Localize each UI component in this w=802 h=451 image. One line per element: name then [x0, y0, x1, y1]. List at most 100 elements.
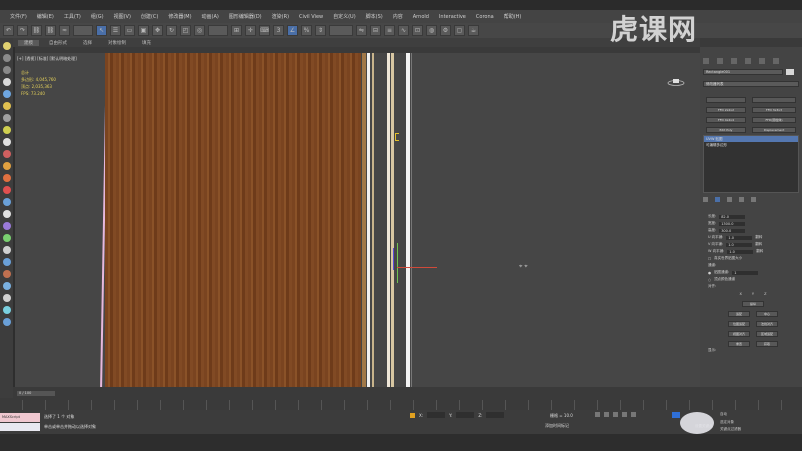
render-production-icon[interactable]: ☕: [468, 25, 479, 36]
display-xrefs-icon[interactable]: [2, 198, 11, 206]
tab-selection[interactable]: 选择: [77, 40, 98, 46]
uvw-gizmo-marker[interactable]: [395, 133, 399, 141]
viewcube-icon[interactable]: [667, 78, 685, 86]
material-editor-icon[interactable]: ◍: [426, 25, 437, 36]
edit-poly-button[interactable]: Edit Poly: [706, 127, 746, 133]
center-button[interactable]: 中心: [756, 311, 778, 317]
menu-customize[interactable]: 自定义(U): [333, 13, 356, 20]
angle-snap-icon[interactable]: ∠: [287, 25, 298, 36]
menu-modifiers[interactable]: 修改器(M): [168, 13, 191, 20]
find-icon[interactable]: [2, 282, 11, 290]
create-tab-icon[interactable]: [703, 58, 709, 64]
display-bone-icon[interactable]: [2, 162, 11, 170]
modifier-button-1[interactable]: [706, 97, 746, 103]
select-by-name-icon[interactable]: ☰: [110, 25, 121, 36]
selection-filter-dropdown[interactable]: [73, 25, 93, 36]
redo-icon[interactable]: ↷: [17, 25, 28, 36]
tab-modeling[interactable]: 建模: [18, 39, 39, 46]
tab-populate[interactable]: 填充: [136, 40, 157, 46]
transform-gizmo-z[interactable]: [393, 248, 394, 270]
configure-icon[interactable]: [2, 318, 11, 326]
flip-label[interactable]: 翻转: [756, 249, 763, 254]
length-input[interactable]: 82.0: [719, 214, 746, 219]
door-frame-strip[interactable]: [362, 53, 366, 387]
ffd-cyl-button[interactable]: FFD(圆柱体): [752, 117, 796, 123]
align-icon[interactable]: ⊟: [370, 25, 381, 36]
ffd4-button[interactable]: FFD 4x4x4: [706, 117, 746, 123]
flip-label[interactable]: 翻转: [755, 242, 762, 247]
wood-door-panel[interactable]: [105, 53, 361, 387]
select-rotate-icon[interactable]: ↻: [166, 25, 177, 36]
configure-sets-icon[interactable]: [751, 197, 756, 202]
display-geometry-icon[interactable]: [2, 78, 11, 86]
undo-icon[interactable]: ↶: [3, 25, 14, 36]
select-invert-icon[interactable]: [2, 258, 11, 266]
placement-icon[interactable]: ◎: [194, 25, 205, 36]
flip-label[interactable]: 翻转: [755, 235, 762, 240]
time-slider[interactable]: 0 / 100: [15, 390, 700, 398]
mirror-icon[interactable]: ⇋: [356, 25, 367, 36]
filter-icon[interactable]: [2, 54, 11, 62]
displacement-button[interactable]: Displacement: [752, 127, 796, 133]
menu-arnold[interactable]: Arnold: [413, 14, 429, 20]
show-end-result-icon[interactable]: [715, 197, 720, 202]
unlink-icon[interactable]: ⛓: [45, 25, 56, 36]
menu-view[interactable]: 视图(V): [114, 13, 131, 20]
map-channel-input[interactable]: 1: [732, 270, 759, 275]
link-icon[interactable]: ⛓: [31, 25, 42, 36]
display-spacewarps-icon[interactable]: [2, 138, 11, 146]
menu-scripting[interactable]: 脚本(S): [366, 13, 383, 20]
auto-key-label[interactable]: 自动: [720, 412, 727, 417]
u-tile-input[interactable]: 1.0: [726, 235, 753, 240]
door-frame-strip[interactable]: [406, 53, 410, 387]
hierarchy-icon[interactable]: [2, 294, 11, 302]
maxscript-input[interactable]: [0, 423, 40, 431]
pivot-center-icon[interactable]: ⊞: [231, 25, 242, 36]
fit-button[interactable]: 适配: [728, 311, 750, 317]
rectangular-selection-icon[interactable]: ▭: [124, 25, 135, 36]
named-selection-dropdown[interactable]: [329, 25, 353, 36]
key-filters-button[interactable]: 关键点过滤器: [720, 427, 741, 432]
map-channel-radio[interactable]: ● 贴图通道: 1: [708, 269, 798, 276]
real-world-checkbox[interactable]: ☐ 真实世界贴图大小: [708, 255, 798, 262]
select-scale-icon[interactable]: ◰: [180, 25, 191, 36]
keyboard-shortcut-icon[interactable]: ⌨: [259, 25, 270, 36]
object-name-field[interactable]: Rectangle001: [703, 69, 783, 75]
align-z-radio[interactable]: Z: [764, 292, 766, 296]
layer-icon[interactable]: [2, 306, 11, 314]
tab-object-paint[interactable]: 对象绘制: [102, 40, 132, 46]
display-groups-icon[interactable]: [2, 150, 11, 158]
display-lights-icon[interactable]: [2, 102, 11, 110]
rendered-frame-window-icon[interactable]: ▢: [454, 25, 465, 36]
select-move-icon[interactable]: ✥: [152, 25, 163, 36]
scene-explorer-icon[interactable]: [2, 42, 11, 50]
motion-tab-icon[interactable]: [745, 58, 751, 64]
go-to-start-icon[interactable]: [595, 412, 600, 417]
viewport-perspective[interactable]: [+] [透视] [标准] [默认明暗处理] 总计 多边形: 4,045,760…: [15, 53, 700, 387]
tab-freeform[interactable]: 自由形式: [43, 40, 73, 46]
menu-edit[interactable]: 编辑(E): [37, 13, 54, 20]
select-none-icon[interactable]: [2, 246, 11, 254]
x-coord-input[interactable]: [427, 412, 446, 418]
display-helpers-icon[interactable]: [2, 126, 11, 134]
stack-item-editable-poly[interactable]: 可编辑多边形: [704, 142, 798, 148]
hierarchy-tab-icon[interactable]: [731, 58, 737, 64]
menu-graph-editors[interactable]: 图形编辑器(D): [229, 13, 262, 20]
menu-tools[interactable]: 工具(T): [64, 13, 81, 20]
door-frame-strip[interactable]: [367, 53, 370, 387]
selected-set-dropdown[interactable]: 选定对象: [720, 420, 734, 425]
menu-content[interactable]: 内容: [393, 13, 403, 20]
menu-create[interactable]: 创建(C): [141, 13, 158, 20]
reset-button[interactable]: 重置: [728, 341, 750, 347]
bitmap-fit-button[interactable]: 位图适配: [728, 321, 750, 327]
modifier-button-2[interactable]: [752, 97, 796, 103]
y-coord-input[interactable]: [456, 412, 475, 418]
snaps-toggle-icon[interactable]: 3: [273, 25, 284, 36]
spinner-snap-icon[interactable]: ⇕: [315, 25, 326, 36]
menu-interactive[interactable]: Interactive: [439, 14, 466, 20]
frame-indicator[interactable]: 0 / 100: [17, 391, 55, 396]
make-unique-icon[interactable]: [727, 197, 732, 202]
reference-coord-dropdown[interactable]: [208, 25, 228, 36]
auto-key-button[interactable]: [672, 412, 680, 418]
manipulate-button[interactable]: 操纵: [742, 301, 764, 307]
